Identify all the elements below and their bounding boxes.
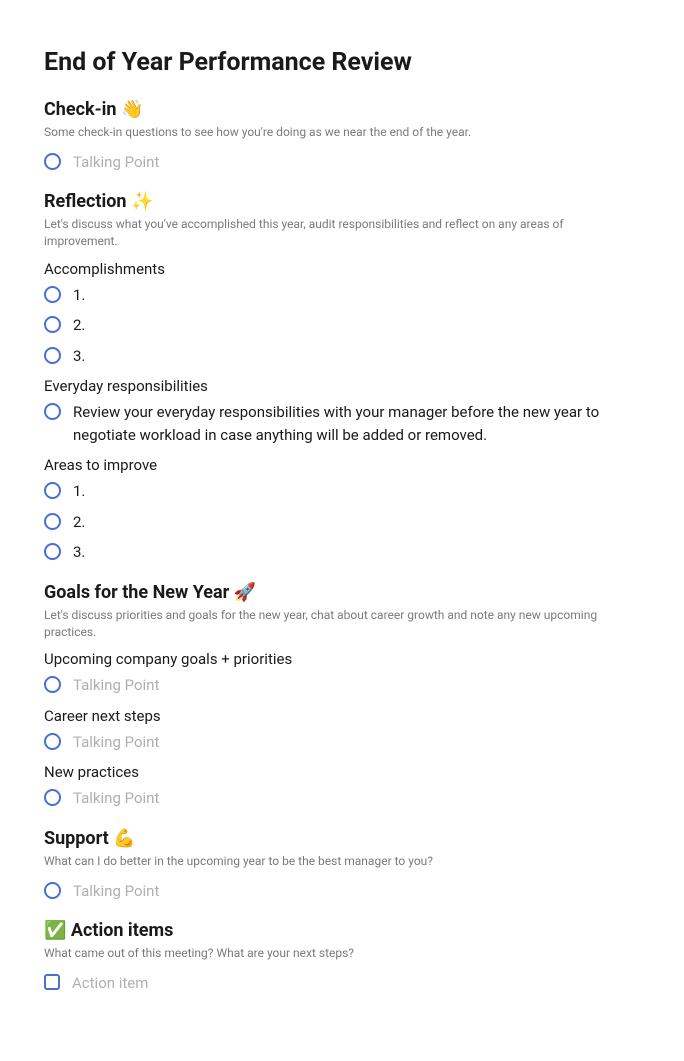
list-item-text[interactable]: 2.: [73, 314, 640, 337]
radio-icon[interactable]: [44, 286, 61, 303]
radio-icon[interactable]: [44, 347, 61, 364]
item-row: 2.: [44, 511, 640, 534]
section-desc-goals: Let's discuss priorities and goals for t…: [44, 607, 640, 641]
section-checkin: Check-in 👋 Some check-in questions to se…: [44, 99, 640, 173]
subsection-upcoming: Upcoming company goals + priorities: [44, 650, 640, 668]
item-row: 1.: [44, 480, 640, 503]
section-action: ✅ Action items What came out of this mee…: [44, 920, 640, 994]
section-title-goals: Goals for the New Year 🚀: [44, 582, 640, 603]
item-row: Talking Point: [44, 731, 640, 754]
talking-point-placeholder[interactable]: Talking Point: [73, 674, 640, 697]
radio-icon[interactable]: [44, 316, 61, 333]
item-row: Talking Point: [44, 674, 640, 697]
item-row: 3.: [44, 345, 640, 368]
list-item-text[interactable]: 3.: [73, 541, 640, 564]
subsection-responsibilities: Everyday responsibilities: [44, 377, 640, 395]
section-title-action: ✅ Action items: [44, 920, 640, 941]
item-row: 3.: [44, 541, 640, 564]
section-desc-checkin: Some check-in questions to see how you'r…: [44, 124, 640, 141]
page-title: End of Year Performance Review: [44, 48, 640, 77]
radio-icon[interactable]: [44, 882, 61, 899]
subsection-practices: New practices: [44, 763, 640, 781]
list-item-text[interactable]: 3.: [73, 345, 640, 368]
section-desc-reflection: Let's discuss what you've accomplished t…: [44, 216, 640, 250]
subsection-improve: Areas to improve: [44, 456, 640, 474]
radio-icon[interactable]: [44, 513, 61, 530]
responsibilities-text[interactable]: Review your everyday responsibilities wi…: [73, 401, 640, 446]
action-item-placeholder[interactable]: Action item: [72, 972, 640, 995]
item-row: Review your everyday responsibilities wi…: [44, 401, 640, 446]
item-row: 2.: [44, 314, 640, 337]
item-row: Action item: [44, 972, 640, 995]
radio-icon[interactable]: [44, 482, 61, 499]
list-item-text[interactable]: 1.: [73, 284, 640, 307]
subsection-career: Career next steps: [44, 707, 640, 725]
subsection-accomplishments: Accomplishments: [44, 260, 640, 278]
talking-point-placeholder[interactable]: Talking Point: [73, 880, 640, 903]
radio-icon[interactable]: [44, 733, 61, 750]
item-row: Talking Point: [44, 151, 640, 174]
item-row: Talking Point: [44, 787, 640, 810]
talking-point-placeholder[interactable]: Talking Point: [73, 731, 640, 754]
list-item-text[interactable]: 1.: [73, 480, 640, 503]
section-desc-action: What came out of this meeting? What are …: [44, 945, 640, 962]
checkbox-icon[interactable]: [44, 974, 60, 990]
section-title-support: Support 💪: [44, 828, 640, 849]
list-item-text[interactable]: 2.: [73, 511, 640, 534]
section-title-reflection: Reflection ✨: [44, 191, 640, 212]
radio-icon[interactable]: [44, 789, 61, 806]
talking-point-placeholder[interactable]: Talking Point: [73, 151, 640, 174]
section-goals: Goals for the New Year 🚀 Let's discuss p…: [44, 582, 640, 810]
section-reflection: Reflection ✨ Let's discuss what you've a…: [44, 191, 640, 564]
talking-point-placeholder[interactable]: Talking Point: [73, 787, 640, 810]
section-desc-support: What can I do better in the upcoming yea…: [44, 853, 640, 870]
radio-icon[interactable]: [44, 153, 61, 170]
radio-icon[interactable]: [44, 676, 61, 693]
item-row: Talking Point: [44, 880, 640, 903]
section-title-checkin: Check-in 👋: [44, 99, 640, 120]
radio-icon[interactable]: [44, 543, 61, 560]
item-row: 1.: [44, 284, 640, 307]
section-support: Support 💪 What can I do better in the up…: [44, 828, 640, 902]
radio-icon[interactable]: [44, 403, 61, 420]
